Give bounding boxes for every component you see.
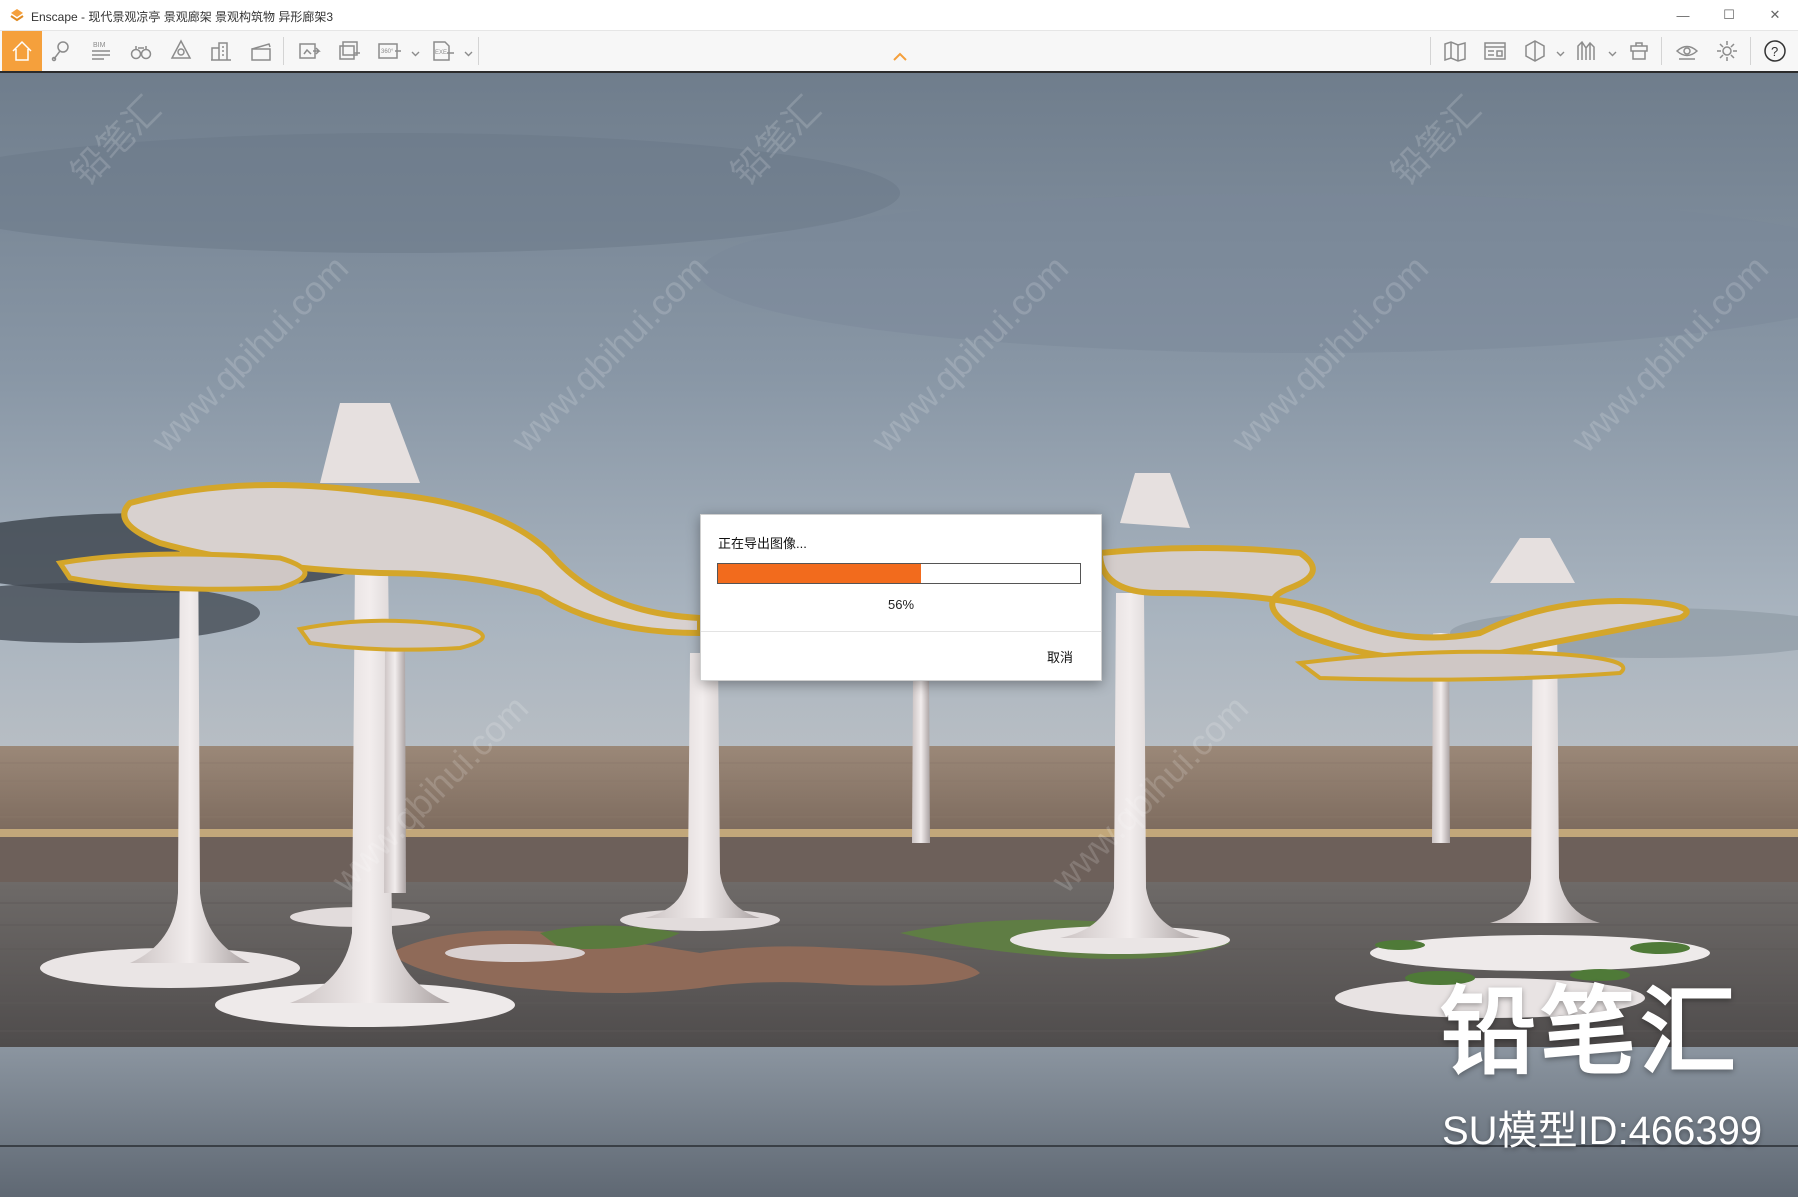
bim-list-icon: BIM	[92, 42, 110, 60]
asset-library-button[interactable]	[1622, 35, 1656, 67]
toolbar: BIM 360° EXE ?	[0, 31, 1798, 73]
batch-render-button[interactable]	[332, 35, 366, 67]
bim-button[interactable]: BIM	[84, 35, 118, 67]
toolbar-separator	[283, 37, 284, 65]
visual-settings-button[interactable]	[1670, 35, 1704, 67]
home-button[interactable]	[2, 31, 42, 71]
minimize-button[interactable]: —	[1660, 0, 1706, 30]
maximize-button[interactable]: ☐	[1706, 0, 1752, 30]
atmosphere-button[interactable]	[164, 35, 198, 67]
export-progress-dialog: 正在导出图像... 56% 取消	[700, 514, 1102, 681]
map-button[interactable]	[1438, 35, 1472, 67]
chevron-down-icon	[1608, 51, 1617, 57]
chart-dropdown[interactable]	[1608, 45, 1617, 57]
binoculars-icon	[130, 46, 152, 60]
help-label: ?	[1771, 44, 1778, 59]
panorama-icon: 360°	[378, 43, 401, 59]
info-panel-button[interactable]	[1478, 35, 1512, 67]
exe-export-button[interactable]: EXE	[426, 35, 460, 67]
enscape-logo-icon	[10, 9, 24, 22]
video-editor-button[interactable]	[244, 35, 278, 67]
exe-export-icon: EXE	[433, 41, 454, 61]
panorama-label: 360°	[381, 49, 394, 55]
cancel-button[interactable]: 取消	[1047, 647, 1073, 666]
progress-bar-fill	[718, 564, 921, 583]
clapper-icon	[251, 43, 271, 61]
dialog-title: 正在导出图像...	[718, 536, 807, 551]
views-button[interactable]	[44, 35, 78, 67]
help-icon: ?	[1764, 40, 1786, 62]
toolbar-separator	[1661, 37, 1662, 65]
chevron-down-icon	[411, 51, 420, 57]
dialog-divider	[701, 631, 1101, 632]
map-pin-icon	[51, 41, 69, 62]
sketch-button[interactable]	[204, 35, 238, 67]
panorama-dropdown[interactable]	[411, 45, 420, 57]
progress-percent-text: 56%	[887, 597, 915, 612]
collapse-toolbar-icon[interactable]	[891, 51, 909, 63]
home-icon	[12, 40, 32, 61]
screenshot-export-icon	[299, 43, 321, 59]
view-cube-icon	[1525, 40, 1545, 62]
view-cube-dropdown[interactable]	[1556, 45, 1565, 57]
screenshot-button[interactable]	[292, 35, 326, 67]
window-title: Enscape - 现代景观凉亭 景观廊架 景观构筑物 异形廊架3	[31, 10, 334, 24]
title-bar: Enscape - 现代景观凉亭 景观廊架 景观构筑物 异形廊架3 — ☐ ✕	[0, 0, 1798, 31]
exe-label: EXE	[435, 50, 447, 56]
model-id-watermark: SU模型ID:466399	[1442, 1109, 1763, 1153]
help-button[interactable]: ?	[1758, 35, 1792, 67]
brand-watermark: 铅笔汇	[1440, 979, 1740, 1086]
chevron-down-icon	[1556, 51, 1565, 57]
toolbar-separator	[478, 37, 479, 65]
asset-library-icon	[1630, 42, 1648, 60]
gear-icon	[1717, 41, 1737, 61]
buildings-icon	[211, 42, 231, 61]
toolbar-separator	[1430, 37, 1431, 65]
map-icon	[1444, 41, 1466, 62]
toolbar-separator	[1750, 37, 1751, 65]
close-button[interactable]: ✕	[1752, 0, 1798, 30]
walk-mode-button[interactable]	[124, 35, 158, 67]
exe-export-dropdown[interactable]	[464, 45, 473, 57]
batch-render-icon	[339, 41, 360, 60]
chart-icon	[1577, 40, 1595, 60]
panorama-button[interactable]: 360°	[372, 35, 406, 67]
view-cube-button[interactable]	[1518, 35, 1552, 67]
bim-label: BIM	[93, 42, 106, 49]
settings-button[interactable]	[1710, 35, 1744, 67]
chevron-down-icon	[464, 51, 473, 57]
chart-button[interactable]	[1570, 35, 1604, 67]
progress-bar	[717, 563, 1081, 584]
info-panel-icon	[1484, 42, 1506, 60]
atmosphere-icon	[170, 39, 192, 59]
eye-icon	[1675, 45, 1699, 60]
